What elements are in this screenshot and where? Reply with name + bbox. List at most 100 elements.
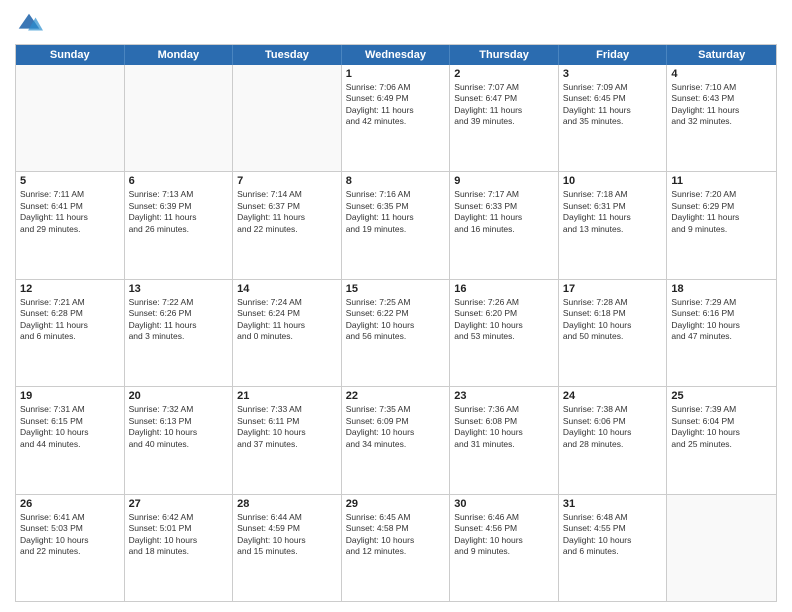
day-number: 24: [563, 390, 663, 402]
day-info: Sunrise: 7:10 AM Sunset: 6:43 PM Dayligh…: [671, 82, 772, 128]
day-info: Sunrise: 7:06 AM Sunset: 6:49 PM Dayligh…: [346, 82, 446, 128]
day-cell: 23 Sunrise: 7:36 AM Sunset: 6:08 PM Dayli…: [450, 387, 559, 493]
day-cell: 18 Sunrise: 7:29 AM Sunset: 6:16 PM Dayli…: [667, 280, 776, 386]
day-cell: 1 Sunrise: 7:06 AM Sunset: 6:49 PM Daylig…: [342, 65, 451, 171]
day-number: 30: [454, 498, 554, 510]
day-cell: 30 Sunrise: 6:46 AM Sunset: 4:56 PM Dayli…: [450, 495, 559, 601]
week-row: 1 Sunrise: 7:06 AM Sunset: 6:49 PM Daylig…: [16, 65, 776, 172]
day-number: 26: [20, 498, 120, 510]
day-cell: 16Sunrise: 7:26 AM Sunset: 6:20 PM Dayli…: [450, 280, 559, 386]
day-header: Wednesday: [342, 45, 451, 65]
day-number: 4: [671, 68, 772, 80]
logo: [15, 10, 47, 38]
day-info: Sunrise: 6:46 AM Sunset: 4:56 PM Dayligh…: [454, 512, 554, 558]
day-number: 10: [563, 175, 663, 187]
day-cell: 15 Sunrise: 7:25 AM Sunset: 6:22 PM Dayli…: [342, 280, 451, 386]
day-cell: 22 Sunrise: 7:35 AM Sunset: 6:09 PM Dayli…: [342, 387, 451, 493]
week-row: 19 Sunrise: 7:31 AM Sunset: 6:15 PM Dayli…: [16, 387, 776, 494]
day-number: 19: [20, 390, 120, 402]
day-number: 9: [454, 175, 554, 187]
day-cell: 19 Sunrise: 7:31 AM Sunset: 6:15 PM Dayli…: [16, 387, 125, 493]
day-cell: 27Sunrise: 6:42 AM Sunset: 5:01 PM Dayli…: [125, 495, 234, 601]
day-number: 1: [346, 68, 446, 80]
day-info: Sunrise: 7:07 AM Sunset: 6:47 PM Dayligh…: [454, 82, 554, 128]
day-cell: 7 Sunrise: 7:14 AM Sunset: 6:37 PM Daylig…: [233, 172, 342, 278]
day-number: 5: [20, 175, 120, 187]
day-number: 7: [237, 175, 337, 187]
week-row: 5 Sunrise: 7:11 AM Sunset: 6:41 PM Daylig…: [16, 172, 776, 279]
day-info: Sunrise: 7:31 AM Sunset: 6:15 PM Dayligh…: [20, 404, 120, 450]
day-cell: 17 Sunrise: 7:28 AM Sunset: 6:18 PM Dayli…: [559, 280, 668, 386]
day-cell: 3 Sunrise: 7:09 AM Sunset: 6:45 PM Daylig…: [559, 65, 668, 171]
page: SundayMondayTuesdayWednesdayThursdayFrid…: [0, 0, 792, 612]
day-header: Monday: [125, 45, 234, 65]
day-number: 3: [563, 68, 663, 80]
day-info: Sunrise: 7:09 AM Sunset: 6:45 PM Dayligh…: [563, 82, 663, 128]
day-number: 29: [346, 498, 446, 510]
day-header: Sunday: [16, 45, 125, 65]
calendar-body: 1 Sunrise: 7:06 AM Sunset: 6:49 PM Daylig…: [16, 65, 776, 601]
day-cell: [16, 65, 125, 171]
day-number: 14: [237, 283, 337, 295]
day-info: Sunrise: 7:36 AM Sunset: 6:08 PM Dayligh…: [454, 404, 554, 450]
day-cell: 5 Sunrise: 7:11 AM Sunset: 6:41 PM Daylig…: [16, 172, 125, 278]
day-info: Sunrise: 7:14 AM Sunset: 6:37 PM Dayligh…: [237, 189, 337, 235]
day-header: Saturday: [667, 45, 776, 65]
day-cell: 24 Sunrise: 7:38 AM Sunset: 6:06 PM Dayli…: [559, 387, 668, 493]
day-number: 28: [237, 498, 337, 510]
day-info: Sunrise: 7:29 AM Sunset: 6:16 PM Dayligh…: [671, 297, 772, 343]
day-info: Sunrise: 7:11 AM Sunset: 6:41 PM Dayligh…: [20, 189, 120, 235]
day-info: Sunrise: 7:25 AM Sunset: 6:22 PM Dayligh…: [346, 297, 446, 343]
day-info: Sunrise: 7:18 AM Sunset: 6:31 PM Dayligh…: [563, 189, 663, 235]
day-cell: 31 Sunrise: 6:48 AM Sunset: 4:55 PM Dayli…: [559, 495, 668, 601]
day-cell: 11Sunrise: 7:20 AM Sunset: 6:29 PM Dayli…: [667, 172, 776, 278]
day-cell: 21Sunrise: 7:33 AM Sunset: 6:11 PM Dayli…: [233, 387, 342, 493]
day-number: 18: [671, 283, 772, 295]
day-cell: 20Sunrise: 7:32 AM Sunset: 6:13 PM Dayli…: [125, 387, 234, 493]
day-cell: 26 Sunrise: 6:41 AM Sunset: 5:03 PM Dayli…: [16, 495, 125, 601]
day-number: 2: [454, 68, 554, 80]
day-info: Sunrise: 7:21 AM Sunset: 6:28 PM Dayligh…: [20, 297, 120, 343]
logo-icon: [15, 10, 43, 38]
day-number: 15: [346, 283, 446, 295]
day-info: Sunrise: 7:22 AM Sunset: 6:26 PM Dayligh…: [129, 297, 229, 343]
day-cell: 2 Sunrise: 7:07 AM Sunset: 6:47 PM Daylig…: [450, 65, 559, 171]
day-number: 31: [563, 498, 663, 510]
day-info: Sunrise: 7:26 AM Sunset: 6:20 PM Dayligh…: [454, 297, 554, 343]
day-number: 22: [346, 390, 446, 402]
day-info: Sunrise: 7:20 AM Sunset: 6:29 PM Dayligh…: [671, 189, 772, 235]
day-number: 13: [129, 283, 229, 295]
day-number: 17: [563, 283, 663, 295]
day-cell: 12 Sunrise: 7:21 AM Sunset: 6:28 PM Dayli…: [16, 280, 125, 386]
day-number: 23: [454, 390, 554, 402]
day-cell: [233, 65, 342, 171]
day-number: 27: [129, 498, 229, 510]
day-info: Sunrise: 7:28 AM Sunset: 6:18 PM Dayligh…: [563, 297, 663, 343]
day-number: 25: [671, 390, 772, 402]
day-info: Sunrise: 7:17 AM Sunset: 6:33 PM Dayligh…: [454, 189, 554, 235]
day-info: Sunrise: 6:44 AM Sunset: 4:59 PM Dayligh…: [237, 512, 337, 558]
day-cell: 9 Sunrise: 7:17 AM Sunset: 6:33 PM Daylig…: [450, 172, 559, 278]
day-info: Sunrise: 7:24 AM Sunset: 6:24 PM Dayligh…: [237, 297, 337, 343]
day-header: Tuesday: [233, 45, 342, 65]
day-number: 8: [346, 175, 446, 187]
day-info: Sunrise: 7:35 AM Sunset: 6:09 PM Dayligh…: [346, 404, 446, 450]
day-cell: 13 Sunrise: 7:22 AM Sunset: 6:26 PM Dayli…: [125, 280, 234, 386]
day-number: 20: [129, 390, 229, 402]
day-number: 21: [237, 390, 337, 402]
day-cell: 6 Sunrise: 7:13 AM Sunset: 6:39 PM Daylig…: [125, 172, 234, 278]
day-cell: 10 Sunrise: 7:18 AM Sunset: 6:31 PM Dayli…: [559, 172, 668, 278]
day-number: 12: [20, 283, 120, 295]
day-cell: 14 Sunrise: 7:24 AM Sunset: 6:24 PM Dayli…: [233, 280, 342, 386]
day-info: Sunrise: 6:41 AM Sunset: 5:03 PM Dayligh…: [20, 512, 120, 558]
day-headers: SundayMondayTuesdayWednesdayThursdayFrid…: [16, 45, 776, 65]
day-info: Sunrise: 7:39 AM Sunset: 6:04 PM Dayligh…: [671, 404, 772, 450]
day-info: Sunrise: 7:16 AM Sunset: 6:35 PM Dayligh…: [346, 189, 446, 235]
day-info: Sunrise: 7:38 AM Sunset: 6:06 PM Dayligh…: [563, 404, 663, 450]
day-cell: 25 Sunrise: 7:39 AM Sunset: 6:04 PM Dayli…: [667, 387, 776, 493]
day-number: 6: [129, 175, 229, 187]
day-info: Sunrise: 6:48 AM Sunset: 4:55 PM Dayligh…: [563, 512, 663, 558]
day-info: Sunrise: 7:13 AM Sunset: 6:39 PM Dayligh…: [129, 189, 229, 235]
day-info: Sunrise: 6:45 AM Sunset: 4:58 PM Dayligh…: [346, 512, 446, 558]
day-cell: 8 Sunrise: 7:16 AM Sunset: 6:35 PM Daylig…: [342, 172, 451, 278]
